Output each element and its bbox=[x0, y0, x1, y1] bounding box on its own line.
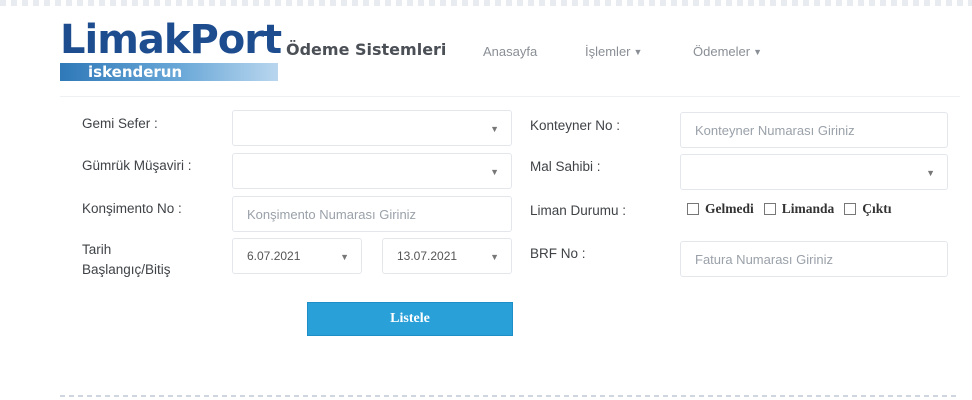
checkbox-cikti-label: Çıktı bbox=[862, 201, 892, 216]
limakport-logo: LimakPort iskenderun bbox=[60, 16, 282, 86]
nav-odemeler-label: Ödemeler bbox=[693, 44, 751, 59]
konteyner-label: Konteyner No : bbox=[530, 118, 621, 133]
konsimento-label: Konşimento No : bbox=[82, 201, 182, 216]
konteyner-input[interactable]: Konteyner Numarası Giriniz bbox=[680, 112, 948, 148]
gemi-sefer-label: Gemi Sefer : bbox=[82, 116, 158, 131]
start-date-select[interactable]: 6.07.2021 ▼ bbox=[232, 238, 362, 274]
listele-label: Listele bbox=[390, 311, 430, 326]
brf-label: BRF No : bbox=[530, 246, 586, 261]
listele-button[interactable]: Listele bbox=[307, 302, 513, 336]
checkbox-icon[interactable] bbox=[844, 203, 857, 215]
scan-edge-bottom bbox=[60, 395, 960, 397]
checkbox-icon[interactable] bbox=[687, 203, 699, 215]
nav-islemler-label: İşlemler bbox=[585, 44, 631, 59]
konsimento-input[interactable]: Konşimento Numarası Giriniz bbox=[232, 196, 512, 232]
checkbox-icon[interactable] bbox=[763, 203, 776, 215]
caret-down-icon: ▼ bbox=[340, 252, 349, 262]
checkbox-limanda[interactable]: Limanda bbox=[763, 201, 835, 217]
tarih-label-line1: Tarih bbox=[82, 242, 112, 257]
brf-placeholder: Fatura Numarası Giriniz bbox=[695, 251, 833, 267]
konteyner-placeholder: Konteyner Numarası Giriniz bbox=[695, 122, 855, 138]
scan-edge-top bbox=[0, 0, 972, 6]
caret-down-icon: ▼ bbox=[633, 47, 643, 57]
end-date-value: 13.07.2021 bbox=[397, 249, 458, 263]
tarih-label: Tarih Başlangıç/Bitiş bbox=[82, 240, 171, 280]
brf-input[interactable]: Fatura Numarası Giriniz bbox=[680, 241, 948, 277]
caret-down-icon: ▼ bbox=[753, 47, 762, 57]
nav-odemeler-dropdown[interactable]: Ödemeler ▼ bbox=[693, 44, 762, 59]
mal-sahibi-select[interactable]: ▼ bbox=[680, 154, 948, 190]
nav-home-label: Anasayfa bbox=[483, 44, 538, 59]
end-date-select[interactable]: 13.07.2021 ▼ bbox=[382, 238, 512, 274]
logo-subtitle: iskenderun bbox=[88, 63, 183, 81]
gemi-sefer-select[interactable]: ▼ bbox=[232, 110, 512, 146]
mal-sahibi-label: Mal Sahibi : bbox=[530, 159, 601, 174]
caret-down-icon: ▼ bbox=[490, 124, 499, 134]
caret-down-icon: ▼ bbox=[490, 252, 499, 262]
logo-text: LimakPort bbox=[60, 17, 282, 63]
caret-down-icon: ▼ bbox=[490, 167, 499, 177]
liman-durumu-checkboxes: Gelmedi Limanda Çıktı bbox=[687, 201, 902, 217]
checkbox-limanda-label: Limanda bbox=[781, 201, 835, 216]
start-date-value: 6.07.2021 bbox=[247, 249, 301, 263]
nav-home-link[interactable]: Anasayfa bbox=[483, 44, 537, 59]
gumruk-musaviri-select[interactable]: ▼ bbox=[232, 153, 512, 189]
nav-islemler-dropdown[interactable]: İşlemler ▼ bbox=[585, 44, 642, 59]
konsimento-placeholder: Konşimento Numarası Giriniz bbox=[247, 206, 417, 222]
checkbox-gelmedi-label: Gelmedi bbox=[705, 201, 754, 216]
checkbox-cikti[interactable]: Çıktı bbox=[844, 201, 892, 217]
checkbox-gelmedi[interactable]: Gelmedi bbox=[687, 201, 754, 217]
brand-title: Ödeme Sistemleri bbox=[286, 40, 447, 59]
tarih-label-line2: Başlangıç/Bitiş bbox=[82, 262, 171, 277]
liman-durumu-label: Liman Durumu : bbox=[530, 203, 627, 218]
caret-down-icon: ▼ bbox=[926, 168, 935, 178]
gumruk-musaviri-label: Gümrük Müşaviri : bbox=[82, 158, 192, 173]
